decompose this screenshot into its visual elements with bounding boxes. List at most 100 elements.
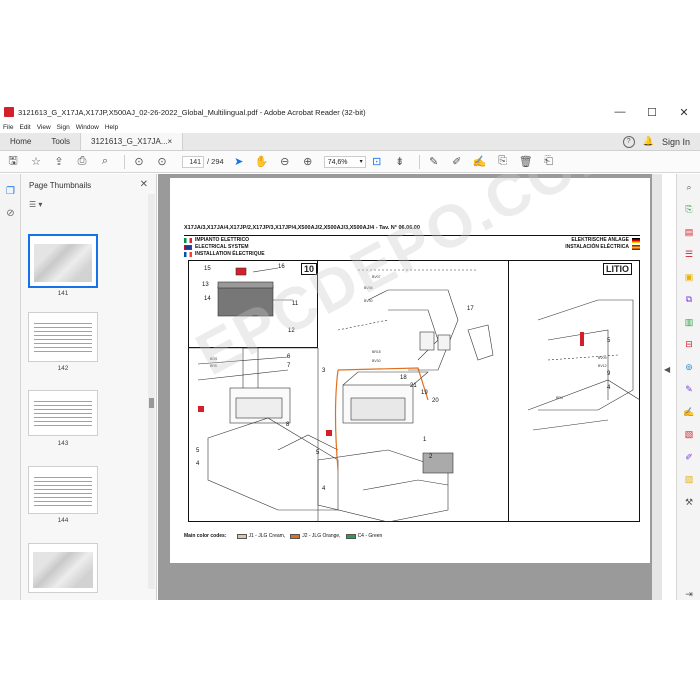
scroll-mode-icon[interactable]: ⇟ <box>391 153 409 171</box>
print-production-icon[interactable]: ✐ <box>677 446 700 469</box>
legend-label: Main color codes: <box>184 533 227 539</box>
tab-bar: Home Tools 3121613_G_X17JA... × ? 🔔 Sign… <box>0 133 700 151</box>
maximize-button[interactable]: ☐ <box>636 103 668 121</box>
prepare-form-icon[interactable]: ⚒ <box>677 491 700 514</box>
export-pdf-icon[interactable]: ⎘ <box>677 199 700 222</box>
comment-icon[interactable]: ✎ <box>425 153 443 171</box>
thumbnail-page-142[interactable] <box>28 312 98 362</box>
attachments-paperclip-icon[interactable]: ⊘ <box>0 202 21 224</box>
lang-fr: INSTALLATION ÉLECTRIQUE <box>195 251 265 257</box>
acrobat-app-icon <box>4 107 14 117</box>
wire-tag: BV12 <box>598 364 607 368</box>
minimize-button[interactable]: — <box>604 103 636 121</box>
fill-sign-tool-icon[interactable]: ✍ <box>677 401 700 424</box>
callout-15: 15 <box>204 266 211 272</box>
tab-close-icon[interactable]: × <box>168 137 173 146</box>
redact-icon[interactable]: ⊚ <box>677 356 700 379</box>
scrollbar-thumb[interactable] <box>149 398 154 408</box>
stamp-icon[interactable]: ⎘ <box>494 153 512 171</box>
wire-tag: BR4 <box>556 396 563 400</box>
upload-icon[interactable]: ⇪ <box>50 153 68 171</box>
document-scrollbar[interactable] <box>652 174 662 600</box>
main-toolbar: 🖫 ☆ ⇪ ⎙ ⌕ ⊙ ⊙ 141 / 294 ➤ ✋ ⊖ ⊕ 74,6% ⊡ … <box>0 151 700 173</box>
tab-document[interactable]: 3121613_G_X17JA... × <box>80 133 184 150</box>
toolbar-separator <box>124 154 125 169</box>
comment-tool-icon[interactable]: ▣ <box>677 266 700 289</box>
window-controls: — ☐ ✕ <box>604 103 700 121</box>
lang-row-it: IMPIANTO ELETTRICO <box>184 237 249 243</box>
menu-sign[interactable]: Sign <box>57 124 70 131</box>
menu-view[interactable]: View <box>37 124 51 131</box>
thumbnail-page-145[interactable] <box>28 543 98 593</box>
stamp-tool-icon[interactable]: ▨ <box>677 469 700 492</box>
swatch-c4 <box>345 533 356 539</box>
highlight-pen-icon[interactable]: ✐ <box>448 153 466 171</box>
collapse-pane-arrow-icon[interactable]: ◀ <box>664 365 670 374</box>
lang-row-es: INSTALACIÓN ELÉCTRICA <box>565 244 640 250</box>
zoom-level-select[interactable]: 74,6% <box>323 155 366 168</box>
search-icon[interactable]: ⌕ <box>96 153 114 171</box>
delete-icon[interactable]: 🗑 <box>517 153 535 171</box>
menu-file[interactable]: File <box>3 124 13 131</box>
legend-c4: C4 - Green <box>357 533 383 539</box>
thumbnail-page-144[interactable] <box>28 466 98 514</box>
menu-window[interactable]: Window <box>76 124 99 131</box>
thumbnail-label: 144 <box>57 517 69 524</box>
combine-files-icon[interactable]: ⧉ <box>677 289 700 312</box>
fit-page-icon[interactable]: ⊡ <box>368 153 386 171</box>
page-thumbnails-icon[interactable]: ❐ <box>0 180 21 202</box>
legend-j2: J2 - JLG Orange, <box>302 533 341 539</box>
menu-edit[interactable]: Edit <box>19 124 30 131</box>
print-icon[interactable]: ⎙ <box>73 153 91 171</box>
bookmark-star-icon[interactable]: ☆ <box>27 153 45 171</box>
more-tools-icon[interactable]: ⎗ <box>540 153 558 171</box>
tab-home[interactable]: Home <box>0 133 41 150</box>
left-navigation-rail: ❐ ⊘ <box>0 174 21 600</box>
thumbnail-preview <box>33 552 93 588</box>
next-page-icon[interactable]: ⊙ <box>153 153 171 171</box>
save-icon[interactable]: 🖫 <box>4 153 22 171</box>
expand-rail-icon[interactable]: ⇥ <box>677 584 700 607</box>
thumbnail-page-143[interactable] <box>28 390 98 436</box>
callout-1: 1 <box>423 437 427 443</box>
page-total: / 294 <box>207 157 224 166</box>
callout-3: 3 <box>322 368 326 374</box>
callout-19: 19 <box>421 390 428 396</box>
callout-5-left: 5 <box>196 448 200 454</box>
page-number-input[interactable]: 141 <box>182 155 204 168</box>
close-window-button[interactable]: ✕ <box>668 103 700 121</box>
zoom-out-icon[interactable]: ⊖ <box>276 153 294 171</box>
bell-icon[interactable]: 🔔 <box>643 136 654 147</box>
uk-flag-icon <box>184 244 192 250</box>
menu-help[interactable]: Help <box>105 124 118 131</box>
thumbnails-scrollbar[interactable] <box>148 194 155 589</box>
menu-bar: File Edit View Sign Window Help <box>0 121 700 133</box>
document-viewport[interactable]: X17JA/3,X17JA/4,X17JP/2,X17JP/3,X17JP/4,… <box>158 174 662 600</box>
prev-page-icon[interactable]: ⊙ <box>130 153 148 171</box>
search-tool-icon[interactable]: ⌕ <box>677 176 700 199</box>
help-icon[interactable]: ? <box>622 135 635 148</box>
thumbnail-label: 142 <box>57 365 69 372</box>
zoom-in-icon[interactable]: ⊕ <box>299 153 317 171</box>
compress-pdf-icon[interactable]: ⊟ <box>677 334 700 357</box>
create-pdf-icon[interactable]: ▤ <box>677 221 700 244</box>
thumbnail-options-menu[interactable]: ☰ ▾ <box>21 196 156 212</box>
window-title: 3121613_G_X17JA,X17JP,X500AJ_02-26-2022_… <box>18 107 366 117</box>
callout-13: 13 <box>202 282 209 288</box>
send-for-review-icon[interactable]: ▧ <box>677 424 700 447</box>
lang-row-en: ELECTRICAL SYSTEM <box>184 244 249 250</box>
select-cursor-icon[interactable]: ➤ <box>230 153 248 171</box>
callout-4-center: 4 <box>322 486 326 492</box>
close-panel-icon[interactable]: ✕ <box>140 179 148 190</box>
thumbnail-page-141[interactable] <box>28 234 98 288</box>
thumbnail-preview <box>34 477 92 507</box>
germany-flag-icon <box>632 237 640 243</box>
tab-tools[interactable]: Tools <box>41 133 80 150</box>
organize-pages-icon[interactable]: ▥ <box>677 311 700 334</box>
sign-in-button[interactable]: Sign In <box>662 137 690 147</box>
callout-9: 9 <box>607 371 611 377</box>
hand-tool-icon[interactable]: ✋ <box>253 153 271 171</box>
protect-icon[interactable]: ✎ <box>677 379 700 402</box>
fill-sign-icon[interactable]: ✍ <box>471 153 489 171</box>
edit-pdf-icon[interactable]: ☰ <box>677 244 700 267</box>
